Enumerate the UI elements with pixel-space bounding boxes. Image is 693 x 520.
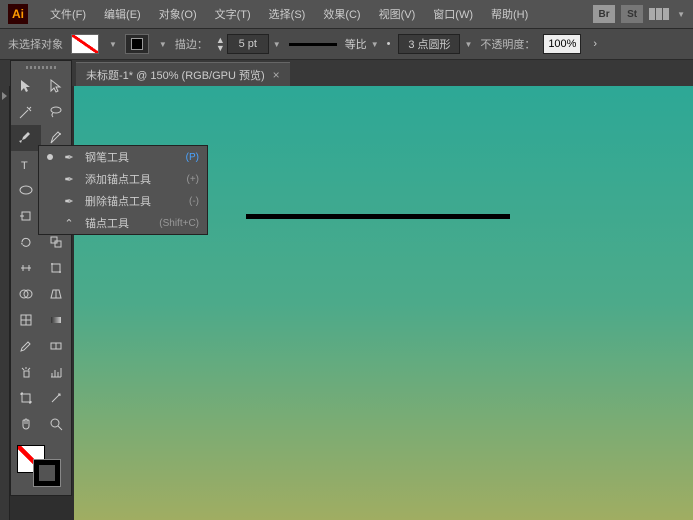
stroke-dropdown-icon[interactable]: ▼ (159, 40, 167, 49)
symbol-sprayer-tool[interactable] (11, 359, 41, 385)
pen-plus-icon: ✒ (61, 173, 77, 186)
tab-close-icon[interactable]: × (273, 68, 280, 82)
perspective-tool[interactable] (41, 281, 71, 307)
shaper-tool[interactable] (11, 203, 41, 229)
lasso-tool[interactable] (41, 99, 71, 125)
flyout-shortcut: (+) (187, 174, 200, 185)
opacity-label: 不透明度： (480, 36, 535, 52)
rotate-tool[interactable] (11, 229, 41, 255)
opacity-field[interactable]: 100% (543, 34, 581, 54)
flyout-delete-anchor-tool[interactable]: ✒ 删除锚点工具 (-) (39, 190, 207, 212)
menu-help[interactable]: 帮助(H) (483, 2, 536, 26)
mesh-tool[interactable] (11, 307, 41, 333)
left-dock-strip[interactable] (0, 86, 10, 520)
bridge-button[interactable]: Br (593, 5, 615, 23)
type-tool[interactable]: T (11, 151, 41, 177)
pen-icon: ✒ (61, 151, 77, 164)
menu-bar: Ai 文件(F) 编辑(E) 对象(O) 文字(T) 选择(S) 效果(C) 视… (0, 0, 693, 28)
selection-status: 未选择对象 (8, 36, 63, 52)
menu-effect[interactable]: 效果(C) (315, 2, 368, 26)
hand-tool[interactable] (11, 411, 41, 437)
ellipse-tool[interactable] (11, 177, 41, 203)
pen-tool-flyout: ✒ 钢笔工具 (P) ✒ 添加锚点工具 (+) ✒ 删除锚点工具 (-) ⌃ 锚… (38, 145, 208, 235)
shape-builder-tool[interactable] (11, 281, 41, 307)
dot-icon: • (387, 38, 391, 50)
flyout-anchor-point-tool[interactable]: ⌃ 锚点工具 (Shift+C) (39, 212, 207, 234)
menu-type[interactable]: 文字(T) (207, 2, 259, 26)
chevron-down-icon[interactable]: ▼ (677, 10, 685, 19)
panel-grip[interactable] (11, 61, 71, 73)
stock-button[interactable]: St (621, 5, 643, 23)
flyout-shortcut: (-) (189, 196, 199, 207)
direct-selection-tool[interactable] (41, 73, 71, 99)
zoom-tool[interactable] (41, 411, 71, 437)
menu-select[interactable]: 选择(S) (261, 2, 314, 26)
artwork-line[interactable] (246, 214, 510, 219)
flyout-label: 删除锚点工具 (85, 193, 181, 209)
control-bar: 未选择对象 ▼ ▼ 描边： ▲▼ 5 pt ▼ 等比 ▼ • 3 点圆形 ▼ 不… (0, 28, 693, 60)
menu-window[interactable]: 窗口(W) (425, 2, 481, 26)
flyout-add-anchor-tool[interactable]: ✒ 添加锚点工具 (+) (39, 168, 207, 190)
tab-title: 未标题-1* @ 150% (RGB/GPU 预览) (86, 67, 265, 83)
scale-label: 等比 (345, 36, 367, 52)
flyout-pen-tool[interactable]: ✒ 钢笔工具 (P) (39, 146, 207, 168)
menu-edit[interactable]: 编辑(E) (96, 2, 149, 26)
flyout-shortcut: (P) (186, 152, 199, 163)
menu-object[interactable]: 对象(O) (151, 2, 205, 26)
fill-dropdown-icon[interactable]: ▼ (109, 40, 117, 49)
anchor-icon: ⌃ (61, 217, 77, 230)
app-logo: Ai (8, 4, 28, 24)
stroke-swatch[interactable] (125, 34, 149, 54)
gradient-tool[interactable] (41, 307, 71, 333)
stroke-preview (289, 43, 337, 46)
flyout-shortcut: (Shift+C) (159, 218, 199, 229)
eyedropper-tool[interactable] (11, 333, 41, 359)
pen-tool[interactable] (11, 125, 41, 151)
stroke-color-well[interactable] (33, 459, 61, 487)
artboard-tool[interactable] (11, 385, 41, 411)
menu-file[interactable]: 文件(F) (42, 2, 94, 26)
free-transform-tool[interactable] (41, 255, 71, 281)
svg-text:T: T (21, 160, 28, 172)
stroke-stepper-icon[interactable]: ▲▼ (216, 36, 225, 52)
document-tab[interactable]: 未标题-1* @ 150% (RGB/GPU 预览) × (76, 62, 290, 86)
workspace-switcher[interactable] (649, 8, 669, 20)
stroke-weight-field[interactable]: 5 pt (227, 34, 269, 54)
tools-panel: T (10, 60, 72, 496)
menu-right-group: Br St ▼ (593, 5, 685, 23)
menu-view[interactable]: 视图(V) (371, 2, 424, 26)
graph-tool[interactable] (41, 359, 71, 385)
document-tab-bar: 未标题-1* @ 150% (RGB/GPU 预览) × (0, 60, 693, 86)
profile-dropdown-icon[interactable]: ▼ (464, 40, 472, 49)
more-icon[interactable]: › (593, 38, 597, 50)
flyout-label: 钢笔工具 (85, 149, 178, 165)
profile-field[interactable]: 3 点圆形 (398, 34, 460, 54)
pen-minus-icon: ✒ (61, 195, 77, 208)
stroke-weight-dropdown-icon[interactable]: ▼ (273, 40, 281, 49)
scale-dropdown-icon[interactable]: ▼ (371, 40, 379, 49)
selected-dot-icon (47, 154, 53, 160)
stroke-label: 描边： (175, 36, 208, 52)
flyout-label: 添加锚点工具 (85, 171, 179, 187)
slice-tool[interactable] (41, 385, 71, 411)
blend-tool[interactable] (41, 333, 71, 359)
magic-wand-tool[interactable] (11, 99, 41, 125)
color-well[interactable] (11, 441, 71, 489)
fill-swatch[interactable] (71, 34, 99, 54)
width-tool[interactable] (11, 255, 41, 281)
selection-tool[interactable] (11, 73, 41, 99)
flyout-label: 锚点工具 (85, 215, 151, 231)
